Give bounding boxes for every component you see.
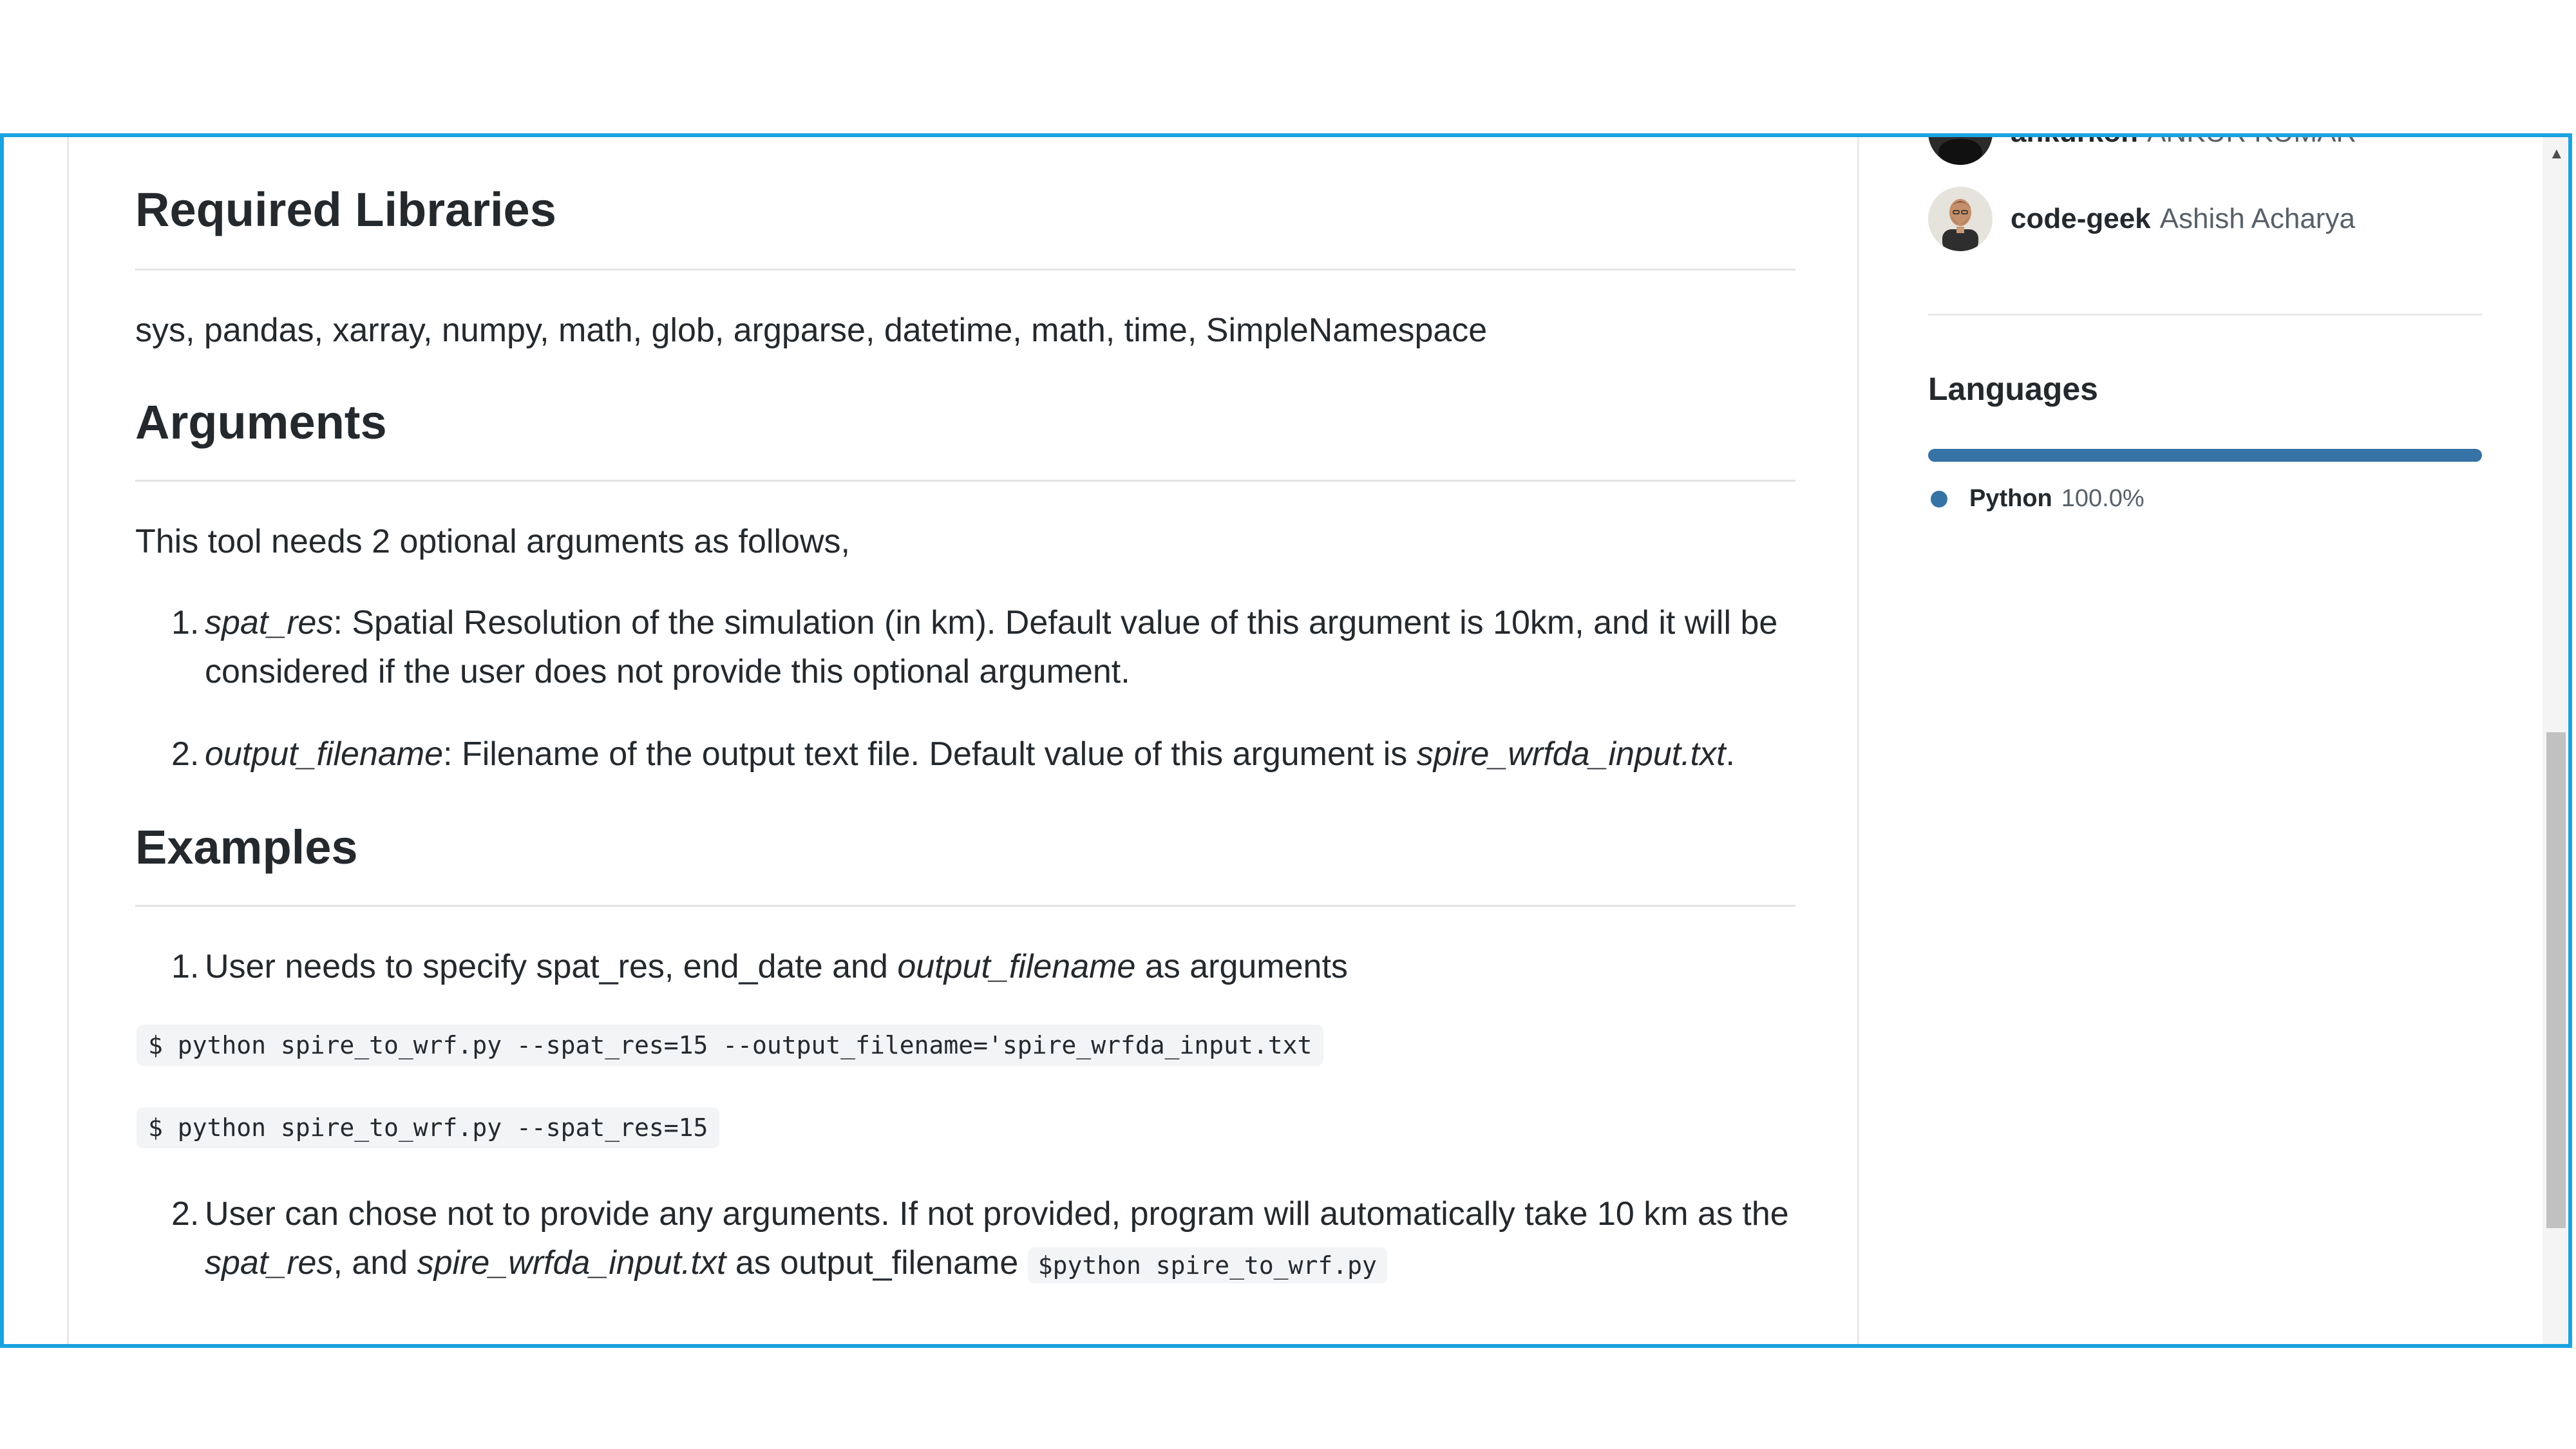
- list-item-body: output_filename: Filename of the output …: [205, 730, 1794, 779]
- content-border: [67, 137, 69, 1344]
- code-block[interactable]: $ python spire_to_wrf.py --spat_res=15 -…: [137, 1025, 1324, 1066]
- language-percent: 100.0%: [2061, 485, 2145, 512]
- inline-code[interactable]: $python spire_to_wrf.py: [1027, 1247, 1387, 1283]
- list-number: 2.: [171, 735, 200, 773]
- libraries-text: sys, pandas, xarray, numpy, math, glob, …: [135, 312, 1488, 349]
- heading-rule: [135, 480, 1795, 482]
- example-text: as output_filename: [726, 1244, 1028, 1282]
- contributor-login[interactable]: ankurkoh: [2011, 137, 2138, 149]
- language-bar-segment-python: [1928, 449, 2482, 462]
- contributor-name: Ashish Acharya: [2159, 203, 2355, 234]
- arguments-intro: This tool needs 2 optional arguments as …: [135, 523, 850, 560]
- argument-name: spat_res: [205, 604, 334, 641]
- example-emphasis: spire_wrfda_input.txt: [417, 1244, 726, 1282]
- heading-arguments: Arguments: [135, 395, 387, 449]
- list-item-body: spat_res: Spatial Resolution of the simu…: [205, 598, 1794, 696]
- sentence-end: .: [1725, 735, 1735, 773]
- argument-default: spire_wrfda_input.txt: [1416, 735, 1726, 773]
- language-item[interactable]: Python 100.0%: [1931, 485, 2145, 513]
- code-block[interactable]: $ python spire_to_wrf.py --spat_res=15: [137, 1107, 720, 1148]
- avatar[interactable]: [1928, 137, 1993, 165]
- list-number: 2.: [171, 1195, 200, 1233]
- heading-rule: [135, 905, 1795, 907]
- contributor-login[interactable]: code-geek: [2011, 203, 2151, 235]
- list-item: 1. User needs to specify spat_res, end_d…: [171, 942, 1794, 991]
- example-text: User needs to specify spat_res, end_date…: [205, 948, 898, 985]
- argument-description: : Spatial Resolution of the simulation (…: [205, 604, 1778, 690]
- list-number: 1.: [171, 948, 200, 985]
- example-emphasis: output_filename: [897, 948, 1136, 985]
- argument-description: : Filename of the output text file. Defa…: [443, 735, 1417, 773]
- argument-name: output_filename: [205, 735, 444, 773]
- list-item-body: User needs to specify spat_res, end_date…: [205, 942, 1794, 991]
- list-item: 2. User can chose not to provide any arg…: [171, 1189, 1794, 1290]
- example-text: User can chose not to provide any argume…: [205, 1195, 1789, 1233]
- language-name: Python: [1969, 485, 2052, 512]
- browser-viewport: Required Libraries sys, pandas, xarray, …: [0, 133, 2572, 1348]
- scroll-up-arrow-icon[interactable]: ▲: [2549, 146, 2564, 162]
- scrollbar-thumb[interactable]: [2546, 732, 2566, 1228]
- sidebar-divider-horizontal: [1928, 314, 2482, 316]
- example-text: as arguments: [1135, 948, 1348, 985]
- example-emphasis: spat_res: [205, 1244, 334, 1282]
- contributor-item[interactable]: ankurkoh ANKUR KUMAR: [1928, 137, 2356, 168]
- language-progress-bar: [1928, 449, 2482, 462]
- list-number: 1.: [171, 604, 200, 641]
- heading-required-libraries: Required Libraries: [135, 183, 556, 236]
- list-item: 2. output_filename: Filename of the outp…: [171, 730, 1794, 779]
- languages-title: Languages: [1928, 371, 2098, 407]
- language-color-dot: [1931, 490, 1947, 507]
- avatar[interactable]: [1928, 187, 1993, 251]
- list-item-body: User can chose not to provide any argume…: [205, 1189, 1794, 1290]
- vertical-scrollbar[interactable]: ▲: [2543, 137, 2568, 1344]
- heading-examples: Examples: [135, 820, 358, 874]
- example-text: , and: [333, 1244, 417, 1282]
- contributor-item[interactable]: code-geek Ashish Acharya: [1928, 184, 2355, 254]
- heading-rule: [135, 269, 1795, 270]
- sidebar-divider: [1857, 137, 1859, 1344]
- contributor-name: ANKUR KUMAR: [2147, 137, 2356, 149]
- list-item: 1. spat_res: Spatial Resolution of the s…: [171, 598, 1794, 696]
